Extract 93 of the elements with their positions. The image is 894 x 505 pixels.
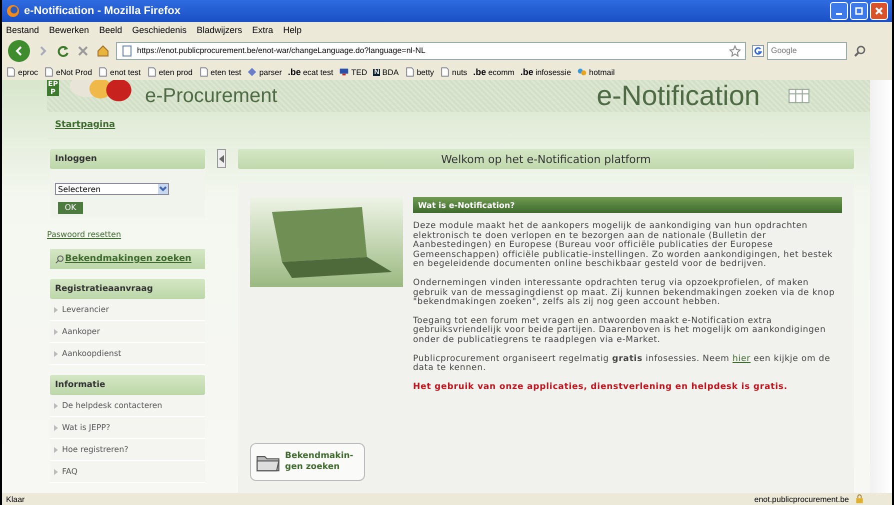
browser-logo-icon [6, 4, 20, 18]
search-notices-link[interactable]: Bekendmakingen zoeken [65, 253, 192, 265]
page-icon [146, 67, 157, 77]
menu-item[interactable]: Geschiedenis [132, 24, 187, 34]
back-button[interactable] [8, 40, 30, 62]
page-icon [198, 67, 209, 77]
domain-label: .be [520, 67, 534, 77]
search-notices-button[interactable]: Bekendmakin-gen zoeken [250, 443, 365, 481]
search-icon[interactable] [853, 44, 867, 58]
reset-password-link[interactable]: Paswoord resetten [47, 230, 205, 239]
bookmark-label[interactable]: nuts [452, 68, 468, 76]
lock-icon [855, 494, 864, 504]
menu-item[interactable]: Extra [252, 24, 274, 34]
close-button[interactable] [870, 2, 888, 20]
collapse-button[interactable] [217, 149, 226, 168]
panel-heading: Registratieaanvraag [50, 279, 205, 299]
bookmark-label[interactable]: eNot Prod [56, 68, 92, 76]
bookmark-label[interactable]: ecomm [488, 68, 514, 76]
page-icon [404, 67, 415, 77]
caret-icon [158, 184, 168, 194]
triangle-icon [54, 424, 58, 430]
menu-item[interactable]: Bewerken [49, 24, 90, 34]
domain-label: .be [288, 67, 301, 77]
magnifier-icon [55, 255, 64, 264]
sidebar-item[interactable]: Aankoper [62, 327, 100, 336]
close-icon [874, 6, 884, 16]
bookmark-label[interactable]: eten test [210, 68, 242, 76]
paragraph: Deze module maakt het de aankopers mogelijk de aankondiging van hun opdrachten elektronisch te doen verlopen en te bezorgen aan de nationale (Bulletin der Aanbestedingen) en Europese (Bureau voor officiële publicaties der Europese Gemeenschappen) officiële publicatie-instellingen. Zo worden aankondigingen, het bestek en begeleidende documenten online beschikbaar gesteld voor de bedrijven. [413, 222, 834, 270]
home-link[interactable]: Startpagina [55, 120, 116, 130]
bookmark-label[interactable]: TED [351, 68, 368, 76]
maximize-icon [854, 6, 864, 16]
window-title: e-Notification - Mozilla Firefox [24, 5, 180, 17]
triangle-icon [54, 402, 58, 408]
bookmark-label[interactable]: ecat test [302, 68, 334, 76]
search-field[interactable]: Google [767, 42, 847, 60]
stop-icon[interactable] [76, 44, 90, 58]
header-title: e-Notification [596, 81, 760, 111]
menu-item[interactable]: Bladwijzers [196, 24, 242, 34]
star-icon[interactable] [729, 44, 741, 56]
grid-icon[interactable] [788, 88, 810, 104]
sidebar-item[interactable]: Hoe registreren? [62, 445, 128, 454]
status-text: Klaar [6, 494, 25, 504]
sidebar-item[interactable]: De helpdesk contacteren [62, 401, 162, 410]
bookmark-label[interactable]: BDA [382, 68, 399, 76]
triangle-icon [54, 446, 58, 452]
section-heading: Wat is e-Notification? [413, 197, 842, 213]
bookmark-label[interactable]: eten prod [158, 68, 193, 76]
sidebar-item[interactable]: FAQ [62, 467, 78, 476]
page-icon [44, 67, 54, 77]
sidebar-item[interactable]: Aankoopdienst [62, 349, 122, 358]
ok-button[interactable]: OK [58, 202, 83, 214]
menu-item[interactable]: Bestand [6, 24, 40, 34]
triangle-icon [54, 328, 58, 334]
welcome-banner: Welkom op het e-Notification platform [238, 149, 854, 169]
page-icon [121, 44, 133, 56]
sidebar-item[interactable]: Leverancier [62, 305, 109, 314]
status-host: enot.publicprocurement.be [754, 494, 849, 504]
bookmark-label[interactable]: infosessie [535, 68, 572, 76]
reload-icon[interactable] [56, 44, 70, 58]
triangle-icon [54, 468, 58, 474]
bookmark-label[interactable]: parser [259, 68, 282, 76]
menu-item[interactable]: Beeld [99, 24, 122, 34]
header-title: e-Procurement [145, 84, 278, 108]
monitor-icon [339, 67, 350, 77]
diamond-icon [247, 67, 258, 77]
home-icon[interactable] [96, 44, 110, 58]
minimize-button[interactable] [830, 2, 848, 20]
url-text: https://enot.publicprocurement.be/enot-war/changeLanguage.do?language=nl-NL [137, 46, 426, 55]
paragraph: Toegang tot een forum met vragen en antwoorden maakt e-Notification extra gebruiksvriendelijk voor beide partijen. Daarenboven is het mogelijk om aankondigingen onder de publicatiegrens te raadplegen via e-Market. [413, 316, 827, 346]
page-icon [6, 67, 16, 77]
triangle-icon [54, 306, 58, 312]
paragraph: Publicprocurement organiseert regelmatig gratis infosessies. Neem hier een kijkje om de data te kennen. [413, 354, 832, 374]
paragraph: Het gebruik van onze applicaties, dienstverlening en helpdesk is gratis. [413, 382, 788, 392]
maximize-button[interactable] [850, 2, 868, 20]
role-select[interactable]: Selecteren [55, 183, 169, 195]
info-link[interactable]: hier [732, 354, 751, 364]
domain-label: .be [473, 67, 486, 77]
bookmark-label[interactable]: eproc [18, 68, 38, 76]
bookmark-label[interactable]: enot test [110, 68, 141, 76]
bookmark-label[interactable]: betty [416, 68, 434, 76]
panel-heading: Inloggen [50, 149, 205, 169]
triangle-icon [54, 350, 58, 356]
search-engine-icon[interactable] [752, 44, 764, 56]
panel-heading: Informatie [50, 375, 205, 395]
left-triangle-icon [218, 154, 224, 162]
menu-item[interactable]: Help [283, 24, 302, 34]
paragraph: Ondernemingen vinden interessante opdrachten terug via opzoekprofielen, of maken gebruik van de messagingdienst op maat. Zij kunnen bekendmakingen zoeken via de knop "bekendmakingen zoeken", zelfs als zij nog geen account hebben. [413, 278, 836, 308]
bookmark-label[interactable]: hotmail [589, 68, 615, 76]
page-icon [440, 67, 450, 77]
minimize-icon [836, 13, 842, 15]
sidebar-item[interactable]: Wat is JEPP? [62, 423, 110, 432]
address-field[interactable]: https://enot.publicprocurement.be/enot-war/changeLanguage.do?language=nl-NL [116, 42, 746, 60]
page-icon [98, 67, 108, 77]
